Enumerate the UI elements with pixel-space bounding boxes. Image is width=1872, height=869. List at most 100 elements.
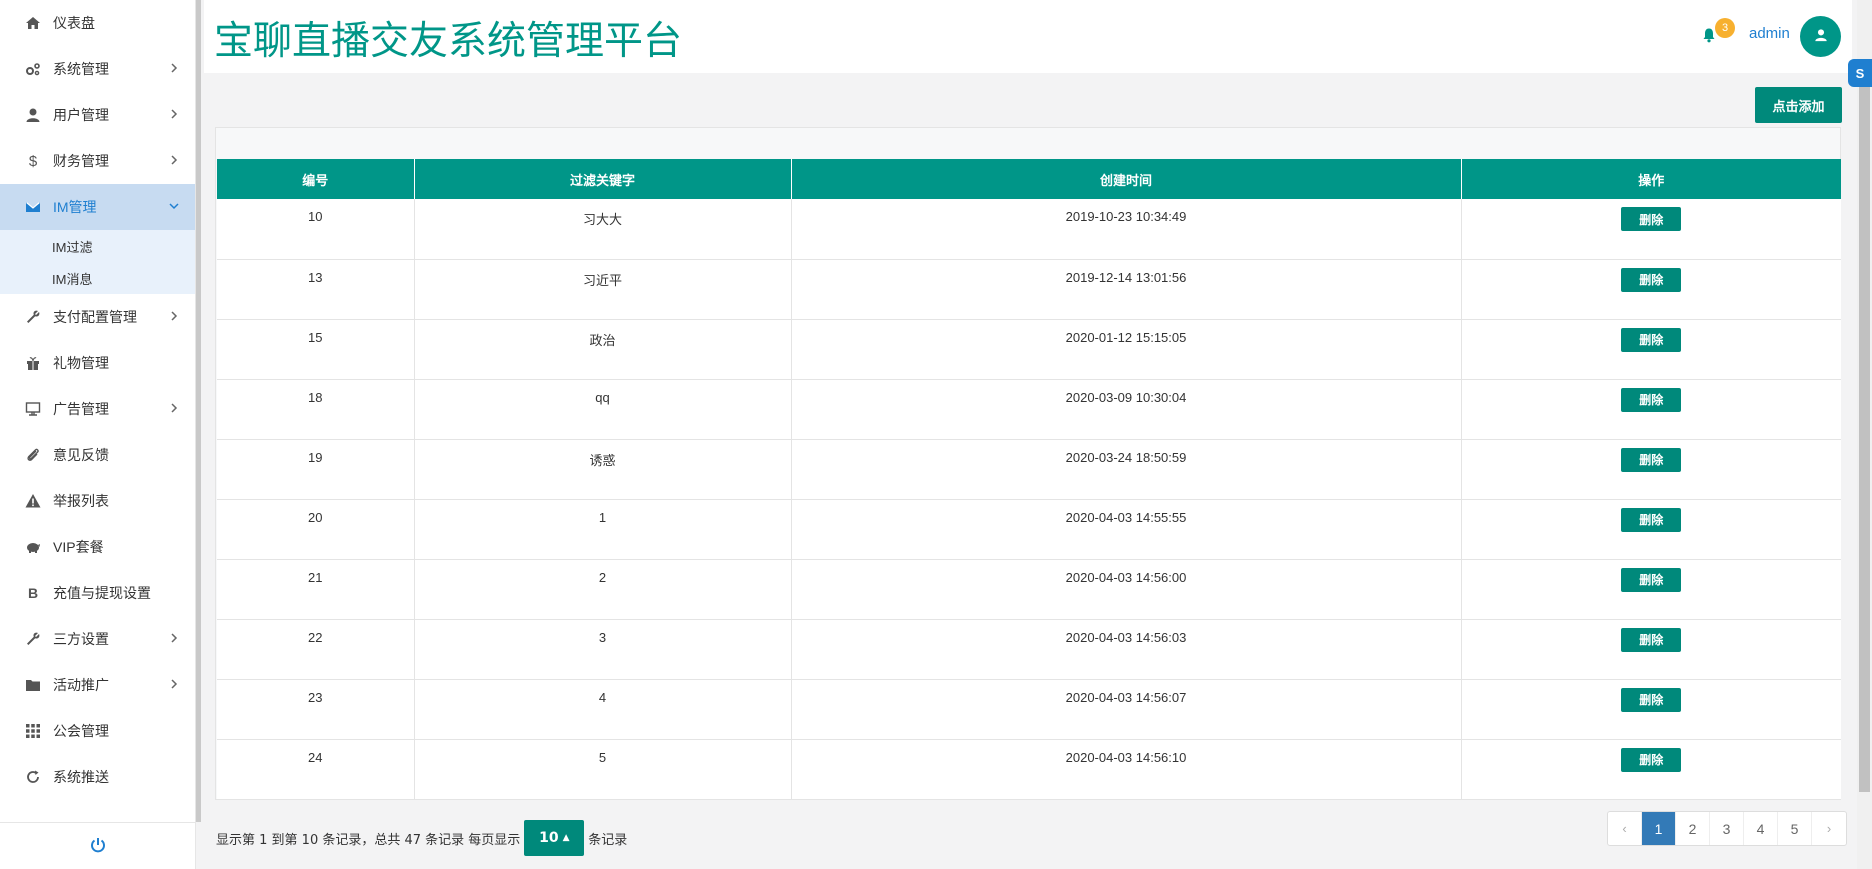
pagination-page[interactable]: 3 <box>1710 812 1744 845</box>
page-size-dropdown[interactable]: 10 ▲ <box>524 820 585 856</box>
sidebar-item-label: 意见反馈 <box>53 447 109 463</box>
sidebar-item-label: 仪表盘 <box>53 15 95 31</box>
delete-button[interactable]: 删除 <box>1621 387 1682 412</box>
delete-button[interactable]: 删除 <box>1621 327 1682 352</box>
cell-actions: 删除 <box>1461 379 1841 440</box>
sidebar-item-label: 充值与提现设置 <box>53 585 151 601</box>
sidebar-item-ads[interactable]: 广告管理 <box>0 386 195 432</box>
add-button[interactable]: 点击添加 <box>1755 87 1842 123</box>
cell-actions: 删除 <box>1461 319 1841 380</box>
pagination-page[interactable]: 4 <box>1744 812 1778 845</box>
bitcoin-icon: B <box>27 585 39 601</box>
cell-keyword: 政治 <box>414 319 792 380</box>
sidebar-item-recharge-withdraw[interactable]: B 充值与提现设置 <box>0 570 195 616</box>
sidebar-item-label: 广告管理 <box>53 401 109 417</box>
chevron-right-icon <box>167 107 181 121</box>
column-header-id[interactable]: 编号 <box>217 159 415 199</box>
sidebar-item-finance[interactable]: $ 财务管理 <box>0 138 195 184</box>
grid-icon <box>24 722 42 740</box>
table-row: 24 5 2020-04-03 14:56:10 删除 <box>217 739 1841 799</box>
cell-id: 24 <box>217 739 415 799</box>
sidebar: 仪表盘 系统管理 用户管理 $ 财务管理 IM管理 IM过滤 IM消息 支付配置… <box>0 0 196 869</box>
cell-created: 2020-04-03 14:56:07 <box>791 679 1462 740</box>
cell-actions: 删除 <box>1461 679 1841 740</box>
delete-button[interactable]: 删除 <box>1621 627 1682 652</box>
sidebar-item-users[interactable]: 用户管理 <box>0 92 195 138</box>
cell-id: 13 <box>217 259 415 320</box>
cell-created: 2020-01-12 15:15:05 <box>791 319 1462 380</box>
table-row: 22 3 2020-04-03 14:56:03 删除 <box>217 619 1841 680</box>
side-float-button[interactable]: S <box>1848 59 1872 87</box>
link-icon: S <box>1855 65 1865 81</box>
user-icon <box>1814 28 1828 45</box>
delete-button[interactable]: 删除 <box>1621 267 1682 292</box>
pagination-page[interactable]: 2 <box>1676 812 1710 845</box>
chevron-right-icon <box>167 61 181 75</box>
pagination-page[interactable]: 1 <box>1642 812 1676 845</box>
home-icon <box>24 14 42 32</box>
table-panel: 编号 过滤关键字 创建时间 操作 10 习大大 2019-10-23 10:34:4… <box>215 127 1841 800</box>
summary-suffix: 条记录 <box>588 832 628 848</box>
sidebar-item-gifts[interactable]: 礼物管理 <box>0 340 195 386</box>
page-scrollbar-thumb[interactable] <box>1859 60 1870 792</box>
cell-created: 2019-12-14 13:01:56 <box>791 259 1462 320</box>
sidebar-nav: 仪表盘 系统管理 用户管理 $ 财务管理 IM管理 IM过滤 IM消息 支付配置… <box>0 0 195 800</box>
delete-button[interactable]: 删除 <box>1621 747 1682 772</box>
billboard-icon <box>24 400 42 418</box>
sidebar-item-label: IM管理 <box>53 199 97 215</box>
wrench-icon <box>24 630 42 648</box>
cell-id: 20 <box>217 499 415 560</box>
sidebar-subitem-im-messages[interactable]: IM消息 <box>0 262 195 294</box>
sidebar-item-feedback[interactable]: 意见反馈 <box>0 432 195 478</box>
cogs-icon <box>24 60 42 78</box>
sidebar-item-dashboard[interactable]: 仪表盘 <box>0 0 195 46</box>
cell-keyword: 习大大 <box>414 199 792 260</box>
logout-button[interactable] <box>0 822 196 869</box>
sidebar-item-label: 公会管理 <box>53 723 109 739</box>
cell-keyword: qq <box>414 379 792 440</box>
sidebar-item-label: 用户管理 <box>53 107 109 123</box>
cell-keyword: 2 <box>414 559 792 620</box>
user-icon <box>24 106 42 124</box>
cell-created: 2020-04-03 14:56:03 <box>791 619 1462 680</box>
page-scrollbar[interactable] <box>1857 0 1872 869</box>
column-header-keyword[interactable]: 过滤关键字 <box>414 159 792 199</box>
sidebar-item-vip[interactable]: VIP套餐 <box>0 524 195 570</box>
envelope-icon <box>24 198 42 216</box>
delete-button[interactable]: 删除 <box>1621 687 1682 712</box>
filter-table: 编号 过滤关键字 创建时间 操作 10 习大大 2019-10-23 10:34:4… <box>217 159 1841 799</box>
username-link[interactable]: admin <box>1749 25 1790 42</box>
sidebar-item-label: VIP套餐 <box>53 539 104 555</box>
pagination-page[interactable]: 5 <box>1778 812 1812 845</box>
sidebar-item-im[interactable]: IM管理 <box>0 184 195 230</box>
cell-id: 18 <box>217 379 415 440</box>
summary-text: 显示第 1 到第 10 条记录，总共 47 条记录 每页显示 <box>216 832 521 848</box>
pagination-prev[interactable]: ‹ <box>1608 812 1642 845</box>
dollar-icon: $ <box>28 152 38 170</box>
sidebar-subitem-im-filter[interactable]: IM过滤 <box>0 230 195 262</box>
avatar[interactable] <box>1800 16 1841 57</box>
delete-button[interactable]: 删除 <box>1621 507 1682 532</box>
column-header-created[interactable]: 创建时间 <box>791 159 1462 199</box>
cell-actions: 删除 <box>1461 739 1841 799</box>
sidebar-item-guild[interactable]: 公会管理 <box>0 708 195 754</box>
sidebar-item-payment-config[interactable]: 支付配置管理 <box>0 294 195 340</box>
delete-button[interactable]: 删除 <box>1621 207 1682 231</box>
delete-button[interactable]: 删除 <box>1621 447 1682 472</box>
table-row: 20 1 2020-04-03 14:55:55 删除 <box>217 499 1841 560</box>
sidebar-item-system[interactable]: 系统管理 <box>0 46 195 92</box>
piggy-bank-icon <box>24 538 42 556</box>
sidebar-item-label: 财务管理 <box>53 153 109 169</box>
delete-button[interactable]: 删除 <box>1621 567 1682 592</box>
sidebar-item-label: 活动推广 <box>53 677 109 693</box>
sidebar-item-reports[interactable]: 举报列表 <box>0 478 195 524</box>
pagination-next[interactable]: › <box>1812 812 1846 845</box>
sidebar-item-third-party[interactable]: 三方设置 <box>0 616 195 662</box>
chevron-down-icon <box>167 199 181 213</box>
sidebar-item-promotion[interactable]: 活动推广 <box>0 662 195 708</box>
page-title: 宝聊直播交友系统管理平台 <box>214 19 683 64</box>
table-row: 21 2 2020-04-03 14:56:00 删除 <box>217 559 1841 620</box>
cell-actions: 删除 <box>1461 559 1841 620</box>
table-row: 10 习大大 2019-10-23 10:34:49 删除 <box>217 199 1841 260</box>
sidebar-item-push[interactable]: 系统推送 <box>0 754 195 800</box>
